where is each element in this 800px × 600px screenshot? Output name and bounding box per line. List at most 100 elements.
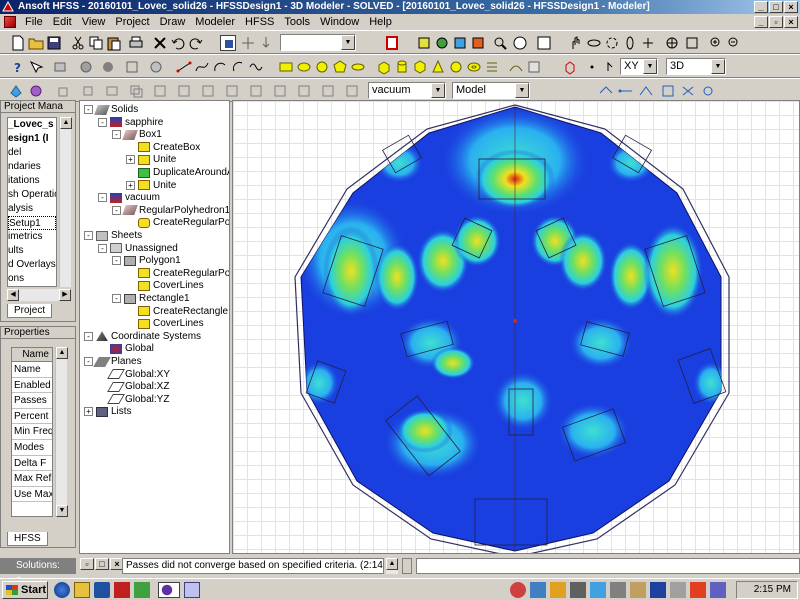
tree-node[interactable]: + Unite	[126, 153, 176, 166]
collapse-icon[interactable]: -	[84, 357, 93, 366]
minimize-button[interactable]: _	[754, 1, 768, 13]
split-icon[interactable]	[272, 83, 288, 99]
draw-bondwire-icon[interactable]	[508, 59, 524, 75]
measure-edge-icon[interactable]	[660, 83, 676, 99]
orbit-icon[interactable]	[586, 35, 602, 51]
splitter-handle[interactable]	[402, 558, 412, 574]
save-icon[interactable]	[46, 35, 62, 51]
snap-plane-icon[interactable]	[600, 59, 616, 75]
walk-icon[interactable]	[640, 35, 656, 51]
tree-node[interactable]: - Box1	[112, 128, 162, 141]
material-icon[interactable]	[384, 35, 400, 51]
collapse-icon[interactable]: -	[112, 130, 121, 140]
draw-cylinder-icon[interactable]	[394, 59, 410, 75]
model-item[interactable]: del	[8, 146, 56, 160]
start-button[interactable]: Start	[2, 581, 48, 599]
tree-node[interactable]: Global:YZ	[98, 393, 169, 406]
collapse-icon[interactable]: -	[98, 243, 107, 253]
draw-arc-icon[interactable]	[212, 59, 228, 75]
snap-point-icon[interactable]	[584, 59, 600, 75]
restore-solutions-button[interactable]: ▫	[80, 558, 94, 570]
property-row[interactable]: Enabled	[12, 378, 52, 394]
info-icon[interactable]	[512, 35, 528, 51]
tree-node[interactable]: - Solids	[84, 103, 138, 116]
undo-icon[interactable]	[170, 35, 186, 51]
tree-node[interactable]: CreateRectangle	[126, 305, 228, 318]
tree-node[interactable]: - Planes	[84, 355, 142, 368]
open-icon[interactable]	[28, 35, 44, 51]
tray-antivirus-icon[interactable]	[510, 582, 526, 598]
cut-icon[interactable]	[70, 35, 86, 51]
parametrics-item[interactable]: imetrics	[8, 230, 56, 244]
tree-node[interactable]: CreateBox	[126, 141, 200, 154]
draw-box-icon[interactable]	[376, 59, 392, 75]
boundary-icon[interactable]	[8, 83, 24, 99]
property-row[interactable]: Modes	[12, 440, 52, 456]
collapse-icon[interactable]: -	[84, 231, 93, 240]
tray-network-icon[interactable]	[530, 582, 546, 598]
setup1-item[interactable]: Setup1	[8, 216, 56, 230]
analyze-icon[interactable]	[434, 35, 450, 51]
draw-point-icon[interactable]	[526, 59, 542, 75]
system-clock[interactable]: 2:15 PM	[736, 581, 798, 599]
menu-hfss[interactable]: HFSS	[240, 16, 279, 28]
property-row[interactable]: Percent R.	[12, 409, 52, 425]
task-icon[interactable]	[184, 582, 200, 598]
excel-icon[interactable]	[134, 582, 150, 598]
duplicate-icon[interactable]	[128, 83, 144, 99]
maximize-solutions-button[interactable]: □	[95, 558, 109, 570]
wireframe-icon[interactable]	[124, 59, 140, 75]
sweep-icon[interactable]	[176, 83, 192, 99]
collapse-icon[interactable]: -	[84, 105, 93, 114]
tree-node[interactable]: - Rectangle1	[112, 292, 190, 305]
render-icon[interactable]	[148, 59, 164, 75]
tree-node[interactable]: CreateRegularPolyh	[126, 216, 229, 229]
mdi-restore-button[interactable]: ▫	[769, 16, 783, 28]
rotate-object-icon[interactable]	[80, 83, 96, 99]
shade-icon[interactable]	[100, 59, 116, 75]
tree-node[interactable]: - Polygon1	[112, 254, 181, 267]
properties-header[interactable]: Name	[12, 348, 52, 362]
measure-distance-icon[interactable]	[618, 83, 634, 99]
spin-icon[interactable]	[622, 35, 638, 51]
measure-object-icon[interactable]	[700, 83, 716, 99]
tab-hfss[interactable]: HFSS	[7, 532, 48, 546]
modeler-viewport[interactable]	[232, 100, 800, 554]
tree-node[interactable]: CoverLines	[126, 279, 204, 292]
collapse-icon[interactable]: -	[98, 193, 107, 203]
scroll-right-icon[interactable]: ▶	[59, 289, 71, 301]
tray-display-icon[interactable]	[710, 582, 726, 598]
results-icon[interactable]	[452, 35, 468, 51]
properties-icon[interactable]	[536, 35, 552, 51]
expand-icon[interactable]: +	[126, 180, 135, 190]
draw-ellipse-icon[interactable]	[296, 59, 312, 75]
property-row[interactable]: Use Max .	[12, 487, 52, 503]
tree-node[interactable]: + Unite	[126, 179, 176, 192]
tray-volume-icon[interactable]	[630, 582, 646, 598]
draw-eq-surface-icon[interactable]	[350, 59, 366, 75]
tree-node[interactable]: CoverLines	[126, 317, 204, 330]
close-button[interactable]: ×	[784, 1, 798, 13]
tree-node[interactable]: + Lists	[84, 405, 132, 418]
properties-vscroll[interactable]: ▲ ▼	[55, 347, 68, 517]
mesh-icon[interactable]	[78, 59, 94, 75]
scale-icon[interactable]	[152, 83, 168, 99]
tray-printer-icon[interactable]	[610, 582, 626, 598]
property-row[interactable]: Delta F	[12, 456, 52, 472]
fit-all-icon[interactable]	[664, 35, 680, 51]
relative-cs-icon[interactable]	[562, 59, 578, 75]
property-row[interactable]: Min Freq	[12, 424, 52, 440]
unite-icon[interactable]	[200, 83, 216, 99]
tray-sync-icon[interactable]	[590, 582, 606, 598]
mesh-operations-item[interactable]: sh Operatio	[8, 188, 56, 202]
mdi-close-button[interactable]: ×	[784, 16, 798, 28]
rotate-view-icon[interactable]	[604, 35, 620, 51]
definitions-item[interactable]: ons	[8, 272, 56, 286]
validate-icon[interactable]	[416, 35, 432, 51]
mirror-icon[interactable]	[104, 83, 120, 99]
scroll-up-icon[interactable]: ▲	[60, 117, 72, 129]
menu-window[interactable]: Window	[315, 16, 364, 28]
draw-cone-icon[interactable]	[430, 59, 446, 75]
tree-node[interactable]: Global	[98, 342, 154, 355]
project-hscroll[interactable]: ◀ ▶	[7, 289, 71, 301]
